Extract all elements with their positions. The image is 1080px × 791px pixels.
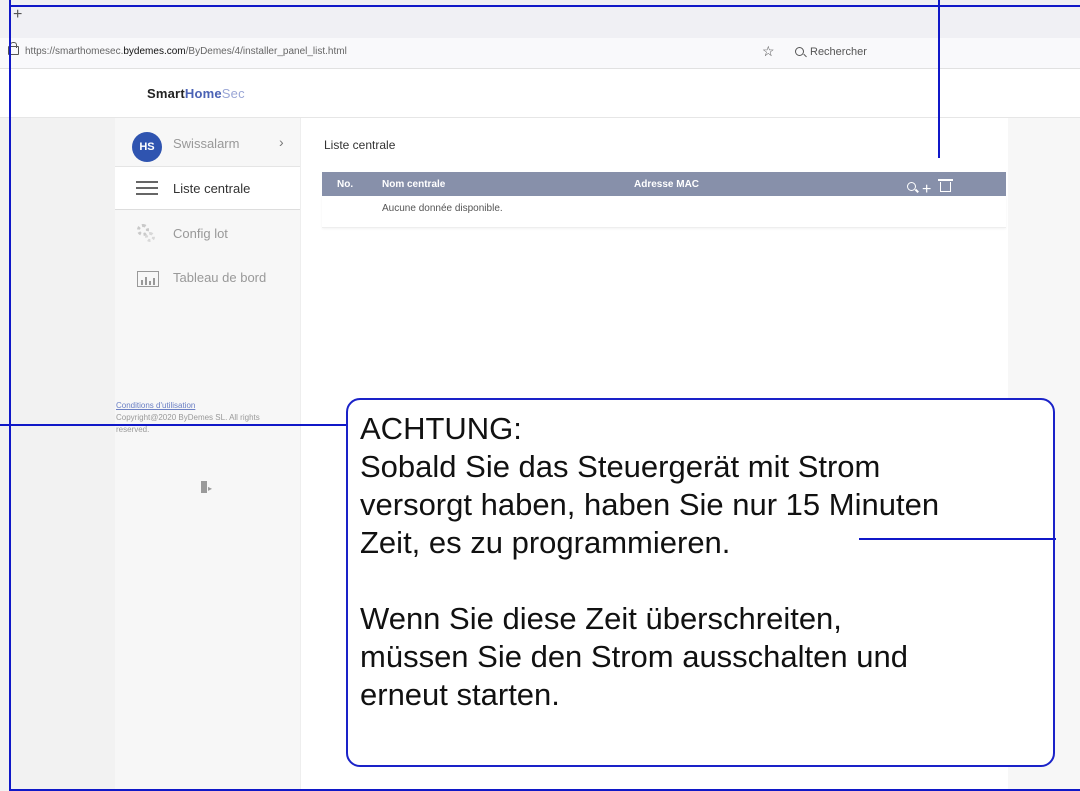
panel-table: No. Nom centrale Adresse MAC + Aucune do… (322, 172, 1006, 228)
footer-terms: Conditions d'utilisation Copyright@2020 … (116, 400, 276, 436)
logo: SmartHomeSec (147, 86, 245, 101)
page-title: Liste centrale (324, 138, 396, 152)
terms-link[interactable]: Conditions d'utilisation (116, 401, 195, 410)
annotation-border-left (9, 0, 11, 791)
sidebar-item-tableau-de-bord[interactable]: Tableau de bord (115, 256, 300, 300)
column-header-mac[interactable]: Adresse MAC (634, 179, 699, 190)
org-name: Swissalarm (173, 136, 240, 151)
chevron-right-icon: › (279, 134, 284, 150)
column-header-no[interactable]: No. (337, 179, 353, 190)
annotation-top-line (9, 5, 1080, 7)
callout-line: müssen Sie den Strom ausschalten und (360, 639, 908, 674)
callout-line: Zeit, es zu programmieren. (360, 525, 731, 560)
column-header-name[interactable]: Nom centrale (382, 179, 445, 190)
app-header: SmartHomeSec (0, 69, 1080, 118)
sidebar-item-label: Liste centrale (173, 181, 251, 196)
empty-message: Aucune donnée disponible. (382, 203, 503, 214)
warning-callout: ACHTUNG: Sobald Sie das Steuergerät mit … (346, 398, 1056, 767)
callout-line: versorgt haben, haben Sie nur 15 Minuten (360, 487, 940, 522)
callout-line: Wenn Sie diese Zeit überschreiten, (360, 601, 842, 636)
annotation-pointer-line (938, 0, 940, 158)
new-tab-button[interactable]: + (13, 6, 22, 24)
url-text[interactable]: https://smarthomesec.bydemes.com/ByDemes… (25, 46, 347, 57)
search-icon (795, 47, 804, 56)
search-placeholder: Rechercher (810, 46, 867, 58)
highlight-underline (859, 538, 1056, 540)
list-icon (136, 181, 158, 195)
callout-line: ACHTUNG: (360, 411, 522, 446)
left-margin (0, 118, 115, 791)
sidebar-item-liste-centrale[interactable]: Liste centrale (115, 167, 300, 210)
sidebar: HS Swissalarm › Liste centrale Config lo… (115, 118, 301, 791)
annotation-connector-line (0, 424, 356, 426)
callout-line: erneut starten. (360, 677, 560, 712)
browser-search-field[interactable]: Rechercher (795, 46, 867, 58)
gear-icon (137, 224, 155, 242)
table-row: Aucune donnée disponible. (322, 196, 1006, 228)
sidebar-item-label: Config lot (173, 226, 228, 241)
org-selector[interactable]: HS Swissalarm › (115, 122, 300, 167)
table-header: No. Nom centrale Adresse MAC + (322, 172, 1006, 198)
avatar: HS (132, 132, 162, 162)
sidebar-item-config-lot[interactable]: Config lot (115, 212, 300, 256)
callout-gap (360, 562, 939, 600)
logout-icon[interactable]: ▸ (201, 481, 212, 493)
search-icon[interactable] (907, 182, 916, 191)
address-bar[interactable]: https://smarthomesec.bydemes.com/ByDemes… (0, 38, 1080, 69)
callout-line: Sobald Sie das Steuergerät mit Strom (360, 449, 881, 484)
sidebar-item-label: Tableau de bord (173, 270, 267, 285)
bookmark-star-icon[interactable]: ☆ (762, 43, 775, 60)
trash-icon[interactable] (938, 179, 953, 192)
dashboard-icon (137, 271, 159, 287)
